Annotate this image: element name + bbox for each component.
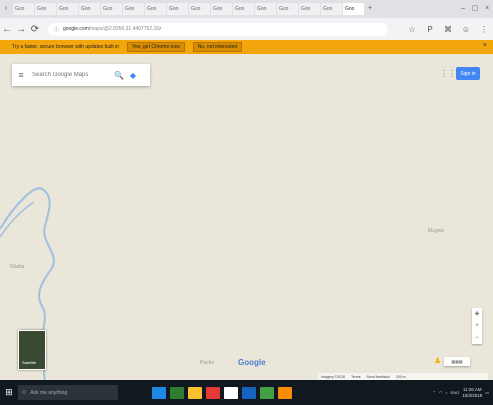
terms-link[interactable]: Terms <box>351 375 361 379</box>
site-info-icon[interactable]: ⓘ <box>54 26 59 33</box>
browser-tab[interactable]: Goo <box>145 3 166 15</box>
clock-date: 10/3/2018 <box>462 392 483 398</box>
close-infobar-icon[interactable]: × <box>483 42 487 49</box>
browser-tab[interactable]: Goo <box>35 3 56 15</box>
satellite-label: Satellite <box>22 360 37 365</box>
taskbar-app-icon[interactable] <box>260 386 274 399</box>
address-bar[interactable]: ⓘ google.com /maps/@2.8356,31.4407762,15… <box>48 22 388 36</box>
browser-tab[interactable]: Goo <box>211 3 232 15</box>
map-search-box: ≡ 🔍 ◆ <box>12 64 150 86</box>
feedback-link[interactable]: Send feedback <box>367 375 390 379</box>
directions-icon[interactable]: ◆ <box>126 71 140 80</box>
maximize-icon[interactable]: ▢ <box>469 0 481 18</box>
taskbar-app-icon[interactable] <box>170 386 184 399</box>
profile-icon[interactable]: ☺ <box>457 25 475 34</box>
browser-tab[interactable]: Goo <box>167 3 188 15</box>
browser-tab[interactable]: Goo <box>123 3 144 15</box>
reload-button[interactable]: ⟳ <box>28 24 42 35</box>
cortana-placeholder: Ask me anything <box>30 389 68 396</box>
taskbar-app-icon[interactable] <box>278 386 292 399</box>
scale-bar: 200 m <box>395 374 406 379</box>
tab-scroll-left-icon[interactable]: ‹ <box>0 0 12 18</box>
network-icon[interactable]: ◠ <box>439 390 443 395</box>
tab-list: Goo Goo Goo Goo Goo Goo Goo Goo Goo Goo Goo Goo Goo G… <box>12 3 364 15</box>
url-path: /maps/@2.8356,31.4407762,15z <box>88 26 162 32</box>
not-interested-button[interactable]: No, not interested <box>192 42 243 52</box>
tray-up-icon[interactable]: ⌃ <box>433 390 436 395</box>
close-window-icon[interactable]: × <box>481 0 493 18</box>
browser-tab[interactable]: Goo <box>321 3 342 15</box>
map-canvas[interactable]: Nkaba Mugwo Pacho <box>0 54 493 380</box>
google-apps-icon[interactable]: ⋮⋮ <box>440 69 456 78</box>
taskbar-app-icon[interactable] <box>224 386 238 399</box>
taskbar-app-icon[interactable] <box>242 386 256 399</box>
map-features <box>0 187 55 380</box>
browser-tab[interactable]: Goo <box>233 3 254 15</box>
bookmark-star-icon[interactable]: ☆ <box>403 25 421 34</box>
menu-icon[interactable]: ≡ <box>12 70 30 80</box>
browser-tab[interactable]: Goo <box>343 3 364 15</box>
map-search-input[interactable] <box>30 71 112 79</box>
notifications-icon[interactable]: ▭ <box>485 390 489 395</box>
imagery-strip[interactable]: ▦▦▦ <box>444 357 470 366</box>
pegman-icon[interactable]: ♟ <box>434 356 441 365</box>
url-host: google.com <box>63 26 89 32</box>
taskbar-app-icon[interactable] <box>152 386 166 399</box>
place-label: Nkaba <box>10 264 25 270</box>
taskbar-app-icon[interactable] <box>206 386 220 399</box>
search-icon[interactable]: 🔍 <box>112 71 126 80</box>
back-button[interactable]: ← <box>0 24 14 35</box>
browser-tab[interactable]: Goo <box>189 3 210 15</box>
extension-icon[interactable]: P <box>421 25 439 34</box>
browser-tab[interactable]: Goo <box>79 3 100 15</box>
language-indicator[interactable]: ENG <box>451 390 460 395</box>
address-toolbar: ← → ⟳ ⓘ google.com /maps/@2.8356,31.4407… <box>0 18 493 40</box>
place-label: Pacho <box>200 360 215 366</box>
system-tray: ⌃ ◠ ♪ ENG 11:26 AM 10/3/2018 ▭ <box>433 387 493 399</box>
browser-tab[interactable]: Goo <box>299 3 320 15</box>
taskbar-app-icon[interactable] <box>188 386 202 399</box>
cortana-search[interactable]: ○ Ask me anything <box>18 385 118 400</box>
infobar-message: Try a faster, secure browser with update… <box>12 44 120 50</box>
clock[interactable]: 11:26 AM 10/3/2018 <box>462 387 482 399</box>
imagery-credit: Imagery ©2018 <box>321 374 345 379</box>
forward-button[interactable]: → <box>14 24 28 35</box>
zoom-controls: ◈ + − <box>472 308 482 344</box>
taskbar: ⊞ ○ Ask me anything ⌃ ◠ ♪ ENG 11:26 AM 1… <box>0 380 493 405</box>
compass-icon[interactable]: ◈ <box>475 308 480 320</box>
volume-icon[interactable]: ♪ <box>446 390 448 395</box>
start-button[interactable]: ⊞ <box>0 387 18 398</box>
place-label: Mugwo <box>428 228 445 234</box>
sign-in-button[interactable]: Sign in <box>456 67 480 80</box>
browser-tab[interactable]: Goo <box>57 3 78 15</box>
browser-tab[interactable]: Goo <box>101 3 122 15</box>
browser-tab[interactable]: Goo <box>277 3 298 15</box>
browser-infobar: Try a faster, secure browser with update… <box>0 40 493 54</box>
browser-menu-icon[interactable]: ⋮ <box>475 25 493 34</box>
browser-tab[interactable]: Goo <box>13 3 34 15</box>
taskbar-apps <box>148 386 292 399</box>
zoom-in-button[interactable]: + <box>475 320 479 332</box>
tab-strip: ‹ Goo Goo Goo Goo Goo Goo Goo Goo Goo Goo Goo Goo Go… <box>0 0 493 18</box>
minimize-icon[interactable]: – <box>457 0 469 18</box>
new-tab-button[interactable]: + <box>364 0 376 18</box>
browser-tab[interactable]: Goo <box>255 3 276 15</box>
extension-icon-2[interactable]: ⌘ <box>439 25 457 34</box>
google-logo: Google <box>238 358 266 367</box>
zoom-out-button[interactable]: − <box>475 332 479 344</box>
map-attribution: Imagery ©2018 Terms Send feedback 200 m <box>318 373 488 380</box>
get-chrome-button[interactable]: Yes, get Chrome now <box>127 42 185 52</box>
cortana-icon: ○ <box>22 389 27 396</box>
